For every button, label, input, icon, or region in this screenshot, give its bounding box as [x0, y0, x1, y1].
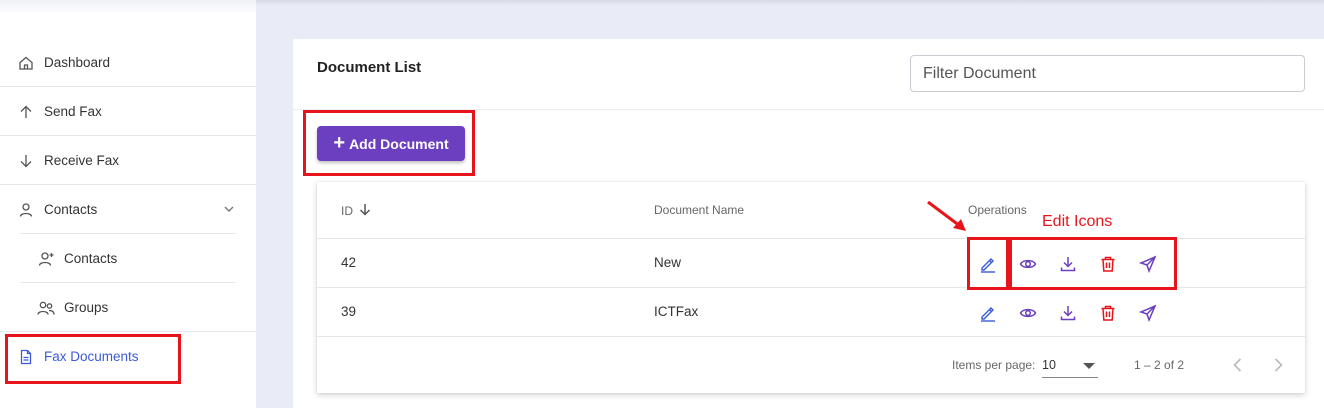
home-icon	[17, 54, 35, 72]
delete-icon[interactable]	[1098, 303, 1118, 323]
edit-icon[interactable]	[978, 303, 998, 323]
top-bar-shade	[256, 0, 1324, 6]
items-per-page-label: Items per page:	[952, 358, 1036, 372]
sidebar-top-shade	[0, 0, 256, 14]
page-range-label: 1 – 2 of 2	[1134, 358, 1185, 372]
next-page-button[interactable]	[1268, 355, 1288, 375]
highlight-box-add-document	[303, 110, 475, 176]
annotation-arrow-icon	[927, 200, 966, 231]
user-plus-icon	[37, 250, 55, 268]
arrow-up-icon	[17, 103, 35, 121]
highlight-box-edit	[967, 237, 1009, 290]
column-header-document-name: Document Name	[654, 203, 745, 217]
sidebar-item-label: Contacts	[44, 202, 98, 217]
column-header-label: ID	[341, 204, 353, 218]
table-cell-id: 39	[341, 304, 357, 319]
highlight-box-fax-documents	[5, 334, 181, 384]
user-icon	[17, 201, 35, 219]
row-divider	[317, 336, 1305, 337]
sidebar-item-receive-fax[interactable]: Receive Fax	[0, 136, 256, 185]
chevron-down-icon[interactable]	[222, 202, 236, 216]
previous-page-button[interactable]	[1228, 355, 1248, 375]
sidebar-item-label: Send Fax	[44, 104, 102, 119]
annotation-label: Edit Icons	[1042, 213, 1113, 230]
sort-arrow-down-icon	[359, 203, 371, 219]
sidebar-item-label: Dashboard	[44, 55, 111, 70]
column-header-id[interactable]: ID	[341, 203, 371, 219]
table-cell-id: 42	[341, 255, 357, 270]
sidebar-item-groups[interactable]: Groups	[0, 283, 256, 332]
sidebar-item-label: Receive Fax	[44, 153, 120, 168]
column-header-operations: Operations	[968, 203, 1027, 217]
sidebar-item-dashboard[interactable]: Dashboard	[0, 38, 256, 87]
arrow-down-icon	[17, 152, 35, 170]
page-size-value: 10	[1042, 358, 1056, 372]
download-icon[interactable]	[1058, 303, 1078, 323]
send-icon[interactable]	[1138, 303, 1158, 323]
dropdown-arrow-icon	[1083, 363, 1095, 369]
sidebar-item-contacts[interactable]: Contacts	[0, 185, 256, 234]
table-cell-name: ICTFax	[654, 304, 699, 319]
page-title: Document List	[317, 59, 422, 76]
sidebar-item-send-fax[interactable]: Send Fax	[0, 87, 256, 136]
view-icon[interactable]	[1018, 303, 1038, 323]
table-cell-name: New	[654, 255, 682, 270]
users-icon	[37, 299, 55, 317]
page-size-select[interactable]: 10	[1042, 356, 1098, 378]
filter-input[interactable]	[910, 55, 1305, 92]
sidebar-item-label: Groups	[64, 300, 109, 315]
highlight-box-operations	[1009, 237, 1177, 290]
sidebar-item-label: Contacts	[64, 251, 118, 266]
sidebar-item-contacts-list[interactable]: Contacts	[0, 234, 256, 283]
